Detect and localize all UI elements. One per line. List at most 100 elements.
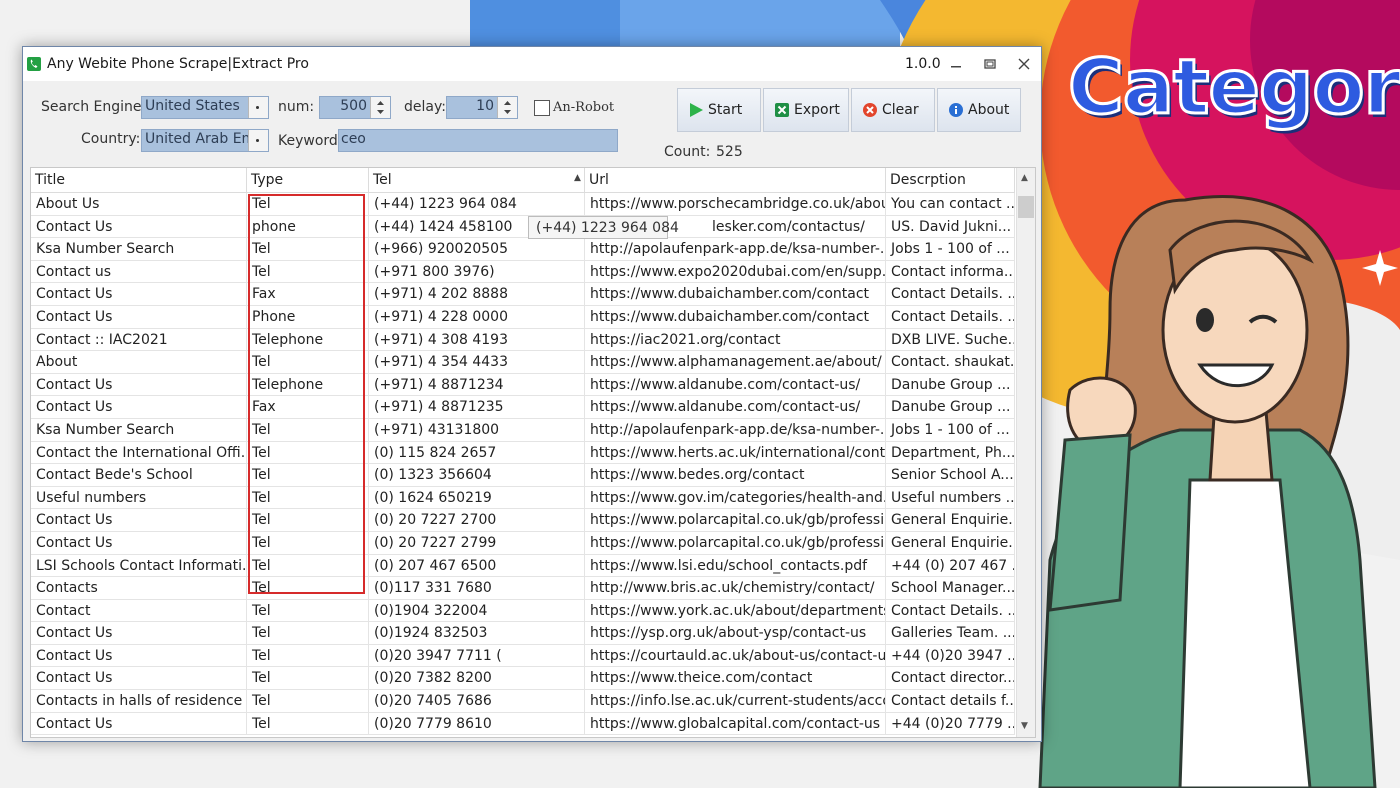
cell-description: Contact informa... <box>886 260 1015 283</box>
table-row[interactable]: Contact Us Phone (+971) 4 228 0000 https://… <box>31 305 1015 329</box>
table-row[interactable]: Contact Us Fax (+971) 4 202 8888 https://ww… <box>31 283 1015 306</box>
cell-description: +44 (0)20 3947 ... <box>886 644 1015 667</box>
table-row[interactable]: Contact Us Fax (+971) 4 8871235 https://www… <box>31 396 1015 419</box>
table-row[interactable]: Contact Us Tel (0)20 3947 7711 (https://co… <box>31 644 1015 668</box>
scroll-up-icon[interactable]: ▲ <box>1021 173 1028 183</box>
table-row[interactable]: Contact Us Telephone (+971) 4 8871234 https… <box>31 373 1015 397</box>
table-row[interactable]: Contacts in halls of residence Tel (0)20 7… <box>31 690 1015 713</box>
cell-description: DXB LIVE. Suche... <box>886 328 1015 351</box>
table-row[interactable]: Contact Tel (0)1904 322004 https://www.york… <box>31 599 1015 623</box>
spin-arrows-icon[interactable] <box>370 97 390 118</box>
cell-title: About Us <box>31 193 247 215</box>
cell-description: General Enquirie... <box>886 509 1015 532</box>
clear-button[interactable]: Clear <box>851 88 935 132</box>
info-icon <box>948 102 964 118</box>
cell-url: https://www.dubaichamber.com/contact <box>585 283 886 306</box>
num-stepper[interactable]: 500 <box>319 96 391 119</box>
window-title: Any Webite Phone Scrape|Extract Pro <box>47 56 309 72</box>
cell-description: Danube Group ... <box>886 373 1015 396</box>
cell-title: Contact Bede's School <box>31 464 247 487</box>
country-value: United Arab Em <box>145 131 249 147</box>
search-engine-select[interactable]: United States <box>141 96 269 119</box>
vertical-scrollbar[interactable]: ▲ ▼ <box>1016 168 1035 737</box>
table-row[interactable]: Contact Us Tel (0)20 7779 8610 https://www.… <box>31 712 1015 736</box>
table-row[interactable]: Contact the International Offi... Tel (0) … <box>31 441 1015 465</box>
cell-url: https://www.lsi.edu/school_contacts.pdf <box>585 554 886 577</box>
table-header: Title Type Tel ▲ Url Descrption <box>31 168 1015 193</box>
cell-description: Danube Group ... <box>886 396 1015 419</box>
country-label: Country: <box>81 131 141 147</box>
country-select[interactable]: United Arab Em <box>141 129 269 152</box>
maximize-icon[interactable] <box>979 54 1001 74</box>
cell-type: Tel <box>247 667 369 690</box>
table-row[interactable]: Contact Us phone (+44) 1424 458100 lesker.c… <box>31 215 1015 239</box>
table-row[interactable]: About Tel (+971) 4 354 4433 https://www.alp… <box>31 351 1015 374</box>
table-row[interactable]: Contact Us Tel (0)1924 832503 https://ysp.o… <box>31 622 1015 645</box>
cell-title: Ksa Number Search <box>31 238 247 261</box>
tel-tooltip: (+44) 1223 964 084 <box>528 216 679 239</box>
about-button[interactable]: About <box>937 88 1021 132</box>
table-row[interactable]: Contact :: IAC2021 Telephone (+971) 4 308 … <box>31 328 1015 352</box>
chevron-down-icon[interactable] <box>248 130 268 151</box>
cell-tel: (0) 115 824 2657 <box>369 441 585 464</box>
table-row[interactable]: Contact Bede's School Tel (0) 1323 356604 h… <box>31 464 1015 487</box>
column-header-type[interactable]: Type <box>247 168 369 192</box>
cell-description: Contact Details. ... <box>886 283 1015 306</box>
table-row[interactable]: Ksa Number Search Tel (+971) 43131800 http:… <box>31 418 1015 442</box>
cell-title: Contact the International Offi... <box>31 441 247 464</box>
robot-checkbox[interactable] <box>534 100 550 116</box>
table-row[interactable]: Contact us Tel (+971 800 3976) https://www.… <box>31 260 1015 284</box>
cell-tel: (0) 1323 356604 <box>369 464 585 487</box>
cell-tel: (0) 207 467 6500 <box>369 554 585 577</box>
column-header-description[interactable]: Descrption <box>886 168 1015 192</box>
cell-description: +44 (0) 207 467 ... <box>886 554 1015 577</box>
cell-description: Contact details f... <box>886 690 1015 713</box>
start-button[interactable]: Start <box>677 88 761 132</box>
cell-description: Jobs 1 - 100 of ... <box>886 238 1015 261</box>
cell-title: Contact Us <box>31 283 247 306</box>
export-button[interactable]: Export <box>763 88 849 132</box>
cell-tel: (0)1904 322004 <box>369 599 585 622</box>
column-header-title[interactable]: Title <box>31 168 247 192</box>
column-header-tel[interactable]: Tel <box>369 168 585 192</box>
table-row[interactable]: Contact Us Tel (0) 20 7227 2700 https://www… <box>31 509 1015 532</box>
chevron-down-icon[interactable] <box>248 97 268 118</box>
cell-url: https://courtauld.ac.uk/about-us/contact… <box>585 644 886 667</box>
export-label: Export <box>794 102 840 118</box>
excel-icon <box>774 102 790 118</box>
cell-tel: (+971) 43131800 <box>369 418 585 441</box>
spin-arrows-icon[interactable] <box>497 97 517 118</box>
column-header-url[interactable]: Url <box>585 168 886 192</box>
delay-label: delay: <box>404 99 446 115</box>
cell-title: Useful numbers <box>31 486 247 509</box>
cell-description: General Enquirie... <box>886 531 1015 554</box>
cell-tel: (+971) 4 308 4193 <box>369 328 585 351</box>
keyword-input[interactable]: ceo <box>338 129 618 152</box>
start-label: Start <box>708 102 743 118</box>
cell-title: Contacts in halls of residence <box>31 690 247 713</box>
cell-description: US. David Jukni... <box>886 215 1015 238</box>
cell-url: http://apolaufenpark-app.de/ksa-number-.… <box>585 238 886 261</box>
cell-url: https://www.bedes.org/contact <box>585 464 886 487</box>
results-table[interactable]: Title Type Tel ▲ Url Descrption About Us… <box>30 167 1036 738</box>
cell-tel: (0) 20 7227 2700 <box>369 509 585 532</box>
cell-description: Contact. shaukat... <box>886 351 1015 374</box>
table-row[interactable]: Contacts Tel (0)117 331 7680 http://www.bri… <box>31 577 1015 600</box>
delay-stepper[interactable]: 10 <box>446 96 518 119</box>
cell-title: Contact Us <box>31 712 247 735</box>
table-row[interactable]: Useful numbers Tel (0) 1624 650219 https://… <box>31 486 1015 510</box>
table-row[interactable]: Contact Us Tel (0)20 7382 8200 https://www.… <box>31 667 1015 691</box>
table-row[interactable]: About Us Tel (+44) 1223 964 084 https://www… <box>31 193 1015 216</box>
cell-url: https://www.polarcapital.co.uk/gb/profes… <box>585 509 886 532</box>
table-row[interactable]: Ksa Number Search Tel (+966) 920020505 http… <box>31 238 1015 261</box>
cell-url: https://www.theice.com/contact <box>585 667 886 690</box>
table-row[interactable]: LSI Schools Contact Informati... Tel (0) 2… <box>31 554 1015 578</box>
cell-description: Jobs 1 - 100 of ... <box>886 418 1015 441</box>
scroll-down-icon[interactable]: ▼ <box>1021 721 1028 731</box>
close-icon[interactable] <box>1013 54 1035 74</box>
scrollbar-thumb[interactable] <box>1018 196 1034 218</box>
table-row[interactable]: Contact Us Tel (0) 20 7227 2799 https://www… <box>31 531 1015 555</box>
cell-url: https://www.alphamanagement.ae/about/ <box>585 351 886 374</box>
minimize-icon[interactable] <box>945 54 967 74</box>
cell-url: https://www.aldanube.com/contact-us/ <box>585 373 886 396</box>
